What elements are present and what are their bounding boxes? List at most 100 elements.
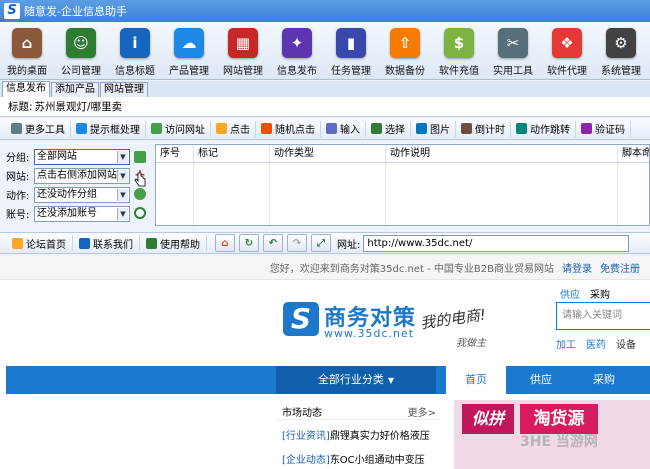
app-title: 随意发-企业信息助手 — [24, 5, 127, 18]
add-action-icon[interactable] — [134, 188, 146, 200]
refresh-button[interactable]: ↻ — [239, 234, 259, 252]
tab-info-publish[interactable]: 信息发布 — [2, 81, 50, 97]
action-button[interactable]: 倒计时 — [456, 120, 511, 137]
site-row: 网站: 点击右侧添加网站 ▼ — [6, 167, 130, 184]
news-header: 市场动态 更多> — [276, 400, 440, 420]
site-slogan-2: 我做主 — [456, 338, 486, 349]
site-slogan: 我的电商! — [419, 305, 488, 333]
category-nav-bar: 全部行业分类 ▼ 首页 供应 采购 — [6, 366, 650, 394]
grid-header: 序号 标记 动作类型 动作说明 脚本命令 — [156, 145, 649, 163]
site-label: 网站: — [6, 172, 30, 183]
upload-icon: ⇧ — [390, 28, 420, 58]
action-button[interactable]: 提示框处理 — [71, 120, 146, 137]
add-group-icon[interactable] — [134, 151, 146, 163]
info-icon: i — [120, 28, 150, 58]
action-button-label: 验证码 — [595, 125, 625, 136]
nav-home[interactable]: 首页 — [446, 366, 506, 394]
toolbar-button-label: 系统管理 — [601, 66, 641, 77]
browser-content: 您好，欢迎来到商务对策35dc.net - 中国专业B2B商业贸易网站 请登录 … — [0, 256, 650, 469]
action-label: 动作: — [6, 191, 30, 202]
contact-link[interactable]: 联系我们 — [73, 235, 140, 251]
nav-supply[interactable]: 供应 — [511, 366, 571, 394]
toolbar-button[interactable]: $ 软件充值 — [432, 22, 486, 80]
toolbar-button[interactable]: ▦ 网站管理 — [216, 22, 270, 80]
action-button[interactable]: 输入 — [321, 120, 366, 137]
grid-body — [156, 163, 649, 225]
toolbar-button[interactable]: ⌂ 我的桌面 — [0, 22, 54, 80]
hand-icon — [216, 123, 227, 134]
action-button[interactable]: 选择 — [366, 120, 411, 137]
search-tab-purchase[interactable]: 采购 — [590, 286, 610, 301]
news-item[interactable]: [行业资讯]鼎锂真实力好价格液压 — [276, 420, 440, 444]
search-tab-supply[interactable]: 供应 — [560, 286, 580, 301]
keyboard-icon — [326, 123, 337, 134]
action-button[interactable]: 访问网址 — [146, 120, 211, 137]
jump-icon — [516, 123, 527, 134]
action-button[interactable]: 随机点击 — [256, 120, 321, 137]
back-button[interactable]: ↶ — [263, 234, 283, 252]
action-button[interactable]: 点击 — [211, 120, 256, 137]
col-action-desc: 动作说明 — [386, 145, 618, 162]
action-grid[interactable]: 序号 标记 动作类型 动作说明 脚本命令 — [155, 144, 650, 226]
toolbar-button[interactable]: i 信息标题 — [108, 22, 162, 80]
hot-keyword[interactable]: 医药 — [586, 336, 606, 351]
toolbar-button[interactable]: ⇧ 数据备份 — [378, 22, 432, 80]
fullscreen-button[interactable]: ⤢ — [311, 234, 331, 252]
action-button-label: 输入 — [340, 125, 360, 136]
chevron-down-icon: ▼ — [387, 376, 395, 385]
building-icon: ▦ — [228, 28, 258, 58]
hot-keyword[interactable]: 加工 — [556, 336, 576, 351]
site-select[interactable]: 点击右侧添加网站 ▼ — [34, 167, 130, 184]
forum-link[interactable]: 论坛首页 — [6, 235, 73, 251]
all-categories-label: 全部行业分类 — [317, 373, 384, 386]
question-icon — [146, 237, 157, 249]
random-icon — [261, 123, 272, 134]
chevron-down-icon: ▼ — [117, 207, 128, 220]
toolbar-button[interactable]: ☁ 产品管理 — [162, 22, 216, 80]
chevron-down-icon: ▼ — [117, 188, 128, 201]
home-button[interactable]: ⌂ — [215, 234, 235, 252]
register-link[interactable]: 免费注册 — [600, 260, 640, 275]
image-icon — [416, 123, 427, 134]
action-button-label: 访问网址 — [165, 125, 205, 136]
title-value[interactable]: 苏州景观灯/哪里卖 — [35, 99, 123, 114]
account-select[interactable]: 还没添加账号 ▼ — [34, 205, 130, 222]
site-logo-icon[interactable]: S — [283, 302, 319, 336]
toolbar-button[interactable]: ✦ 信息发布 — [270, 22, 324, 80]
chevron-down-icon: ▼ — [117, 169, 128, 182]
help-link[interactable]: 使用帮助 — [140, 235, 207, 251]
coins-icon: $ — [444, 28, 474, 58]
toolbar-button[interactable]: ✂ 实用工具 — [486, 22, 540, 80]
all-categories-dropdown[interactable]: 全部行业分类 ▼ — [276, 366, 436, 394]
url-input[interactable]: http://www.35dc.net/ — [363, 234, 630, 252]
news-title: 市场动态 — [282, 408, 322, 419]
action-button-label: 更多工具 — [25, 125, 65, 136]
toolbar-button-label: 公司管理 — [61, 66, 101, 77]
tab-site-manage[interactable]: 网站管理 — [100, 82, 148, 97]
action-button[interactable]: 更多工具 — [6, 120, 71, 137]
toolbar-button[interactable]: ❖ 软件代理 — [540, 22, 594, 80]
forward-button[interactable]: ↷ — [287, 234, 307, 252]
site-search-input[interactable]: 请输入关键词 — [556, 302, 650, 330]
group-select[interactable]: 全部网站 ▼ — [34, 148, 130, 165]
news-item[interactable]: [企业动态]东OC小组通动中变压 — [276, 444, 440, 468]
action-button[interactable]: 验证码 — [576, 120, 631, 137]
search-account-icon[interactable] — [134, 207, 146, 219]
nav-purchase[interactable]: 采购 — [574, 366, 634, 394]
action-button[interactable]: 图片 — [411, 120, 456, 137]
toolbar-button[interactable]: ☺ 公司管理 — [54, 22, 108, 80]
news-more-link[interactable]: 更多> — [408, 404, 436, 419]
action-button-label: 动作跳转 — [530, 125, 570, 136]
gear-icon: ⚙ — [606, 28, 636, 58]
action-button[interactable]: 动作跳转 — [511, 120, 576, 137]
login-link[interactable]: 请登录 — [562, 260, 592, 275]
app-logo-icon: S — [4, 3, 20, 19]
action-select[interactable]: 还没动作分组 ▼ — [34, 186, 130, 203]
tab-add-product[interactable]: 添加产品 — [51, 82, 99, 97]
action-button-label: 点击 — [230, 125, 250, 136]
title-field: 标题: 苏州景观灯/哪里卖 — [0, 97, 650, 117]
toolbar-button[interactable]: ⚙ 系统管理 — [594, 22, 648, 80]
group-label: 分组: — [6, 153, 30, 164]
toolbar-button[interactable]: ▮ 任务管理 — [324, 22, 378, 80]
hot-keyword[interactable]: 设备 — [616, 336, 636, 351]
